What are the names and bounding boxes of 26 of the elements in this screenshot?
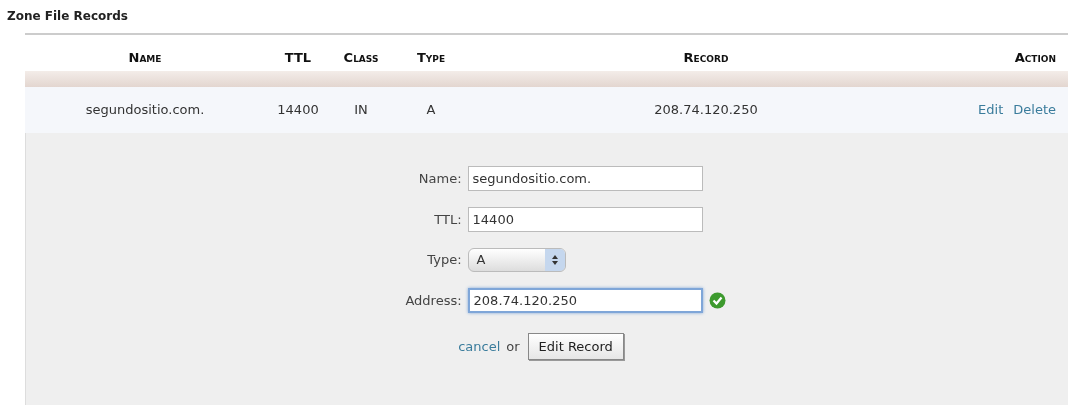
edit-record-button[interactable]: Edit Record xyxy=(527,333,624,360)
action-link[interactable]: Delete xyxy=(1013,100,1056,120)
stepper-icon xyxy=(550,254,559,266)
table-cell-text: A xyxy=(426,101,436,120)
table-cell-text: 208.74.120.250 xyxy=(654,101,758,120)
table-cell-text: 14400 xyxy=(277,101,319,120)
column-header: Name xyxy=(128,49,162,68)
action-link[interactable]: Edit xyxy=(978,100,1004,120)
column-header: Class xyxy=(343,49,379,68)
field-label: TTL: xyxy=(433,210,462,229)
column-header: Action xyxy=(1014,49,1056,68)
column-header: Type xyxy=(416,49,446,68)
input-field[interactable]: 14400 xyxy=(467,207,703,232)
input-field[interactable]: 208.74.120.250 xyxy=(467,288,703,313)
field-label: Address: xyxy=(405,291,462,310)
column-header: Record xyxy=(683,49,729,68)
or-text: or xyxy=(506,337,520,356)
section-title: Zone File Records xyxy=(7,9,128,23)
table-cell-text: IN xyxy=(354,101,368,120)
type-select[interactable]: A xyxy=(467,248,566,272)
cancel-link[interactable]: cancel xyxy=(458,336,501,357)
column-header: TTL xyxy=(284,49,312,68)
field-label: Type: xyxy=(426,251,462,270)
input-field[interactable]: segundositio.com. xyxy=(467,166,703,191)
table-cell-text: segundositio.com. xyxy=(85,101,205,120)
field-label: Name: xyxy=(417,169,462,188)
